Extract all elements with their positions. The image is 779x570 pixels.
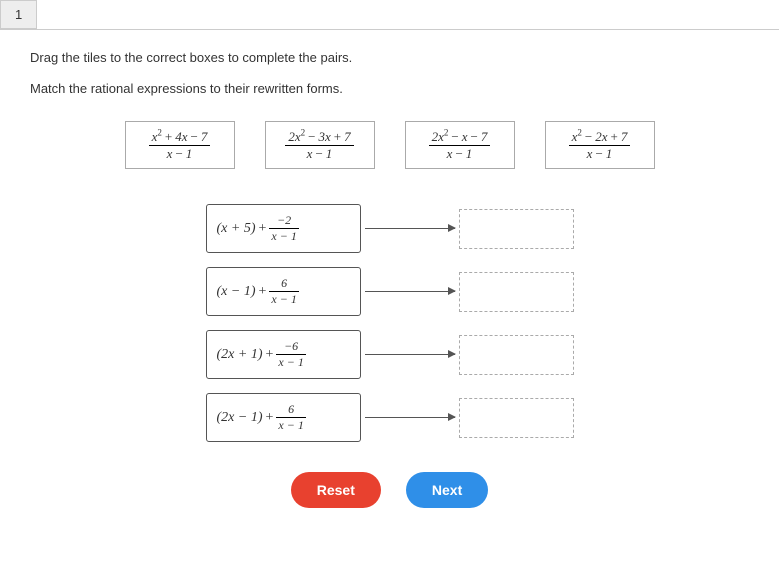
rewritten-form-4: (2x − 1) + 6 x − 1 [206, 393, 361, 442]
plus-sign: + [259, 221, 267, 237]
tile-3-den: x−1 [447, 146, 473, 161]
button-row: Reset Next [30, 472, 749, 508]
tile-4[interactable]: x2−2x+7 x−1 [545, 121, 655, 169]
tile-4-fraction: x2−2x+7 x−1 [569, 128, 631, 162]
arrow-icon [365, 417, 455, 418]
pair-row-2: (x − 1) + 6 x − 1 [206, 267, 574, 316]
rewritten-form-3: (2x + 1) + −6 x − 1 [206, 330, 361, 379]
dropzone-4[interactable] [459, 398, 574, 438]
tile-3-num: 2x2−x−7 [432, 129, 488, 144]
content-area: Drag the tiles to the correct boxes to c… [0, 29, 779, 528]
form-2-remainder: 6 x − 1 [269, 276, 298, 307]
form-2-rem-den: x − 1 [269, 291, 298, 307]
tile-4-num: x2−2x+7 [572, 129, 628, 144]
instruction-line-2: Match the rational expressions to their … [30, 81, 749, 96]
form-2-rem-num: 6 [269, 276, 298, 291]
tile-1[interactable]: x2+4x−7 x−1 [125, 121, 235, 169]
form-1-remainder: −2 x − 1 [269, 213, 298, 244]
tile-1-fraction: x2+4x−7 x−1 [149, 128, 211, 162]
dropzone-3[interactable] [459, 335, 574, 375]
form-4-remainder: 6 x − 1 [276, 402, 305, 433]
arrow-icon [365, 354, 455, 355]
form-3-remainder: −6 x − 1 [276, 339, 305, 370]
tile-2-den: x−1 [307, 146, 333, 161]
arrow-icon [365, 228, 455, 229]
form-3-rem-num: −6 [276, 339, 305, 354]
pair-row-3: (2x + 1) + −6 x − 1 [206, 330, 574, 379]
form-1-rem-den: x − 1 [269, 228, 298, 244]
pair-row-1: (x + 5) + −2 x − 1 [206, 204, 574, 253]
reset-button[interactable]: Reset [291, 472, 381, 508]
form-3-rem-den: x − 1 [276, 354, 305, 370]
tile-3-fraction: 2x2−x−7 x−1 [429, 128, 491, 162]
form-3-quotient: (2x + 1) [217, 347, 263, 363]
question-tab[interactable]: 1 [0, 0, 37, 29]
form-1-rem-num: −2 [269, 213, 298, 228]
form-1-quotient: (x + 5) [217, 221, 256, 237]
tile-1-num: x2+4x−7 [152, 129, 208, 144]
rewritten-form-1: (x + 5) + −2 x − 1 [206, 204, 361, 253]
form-2-quotient: (x − 1) [217, 284, 256, 300]
draggable-tiles-row: x2+4x−7 x−1 2x2−3x+7 x−1 2x2−x−7 x−1 x2−… [30, 121, 749, 169]
form-4-quotient: (2x − 1) [217, 410, 263, 426]
tile-2-fraction: 2x2−3x+7 x−1 [285, 128, 353, 162]
next-button[interactable]: Next [406, 472, 488, 508]
pair-row-4: (2x − 1) + 6 x − 1 [206, 393, 574, 442]
arrow-icon [365, 291, 455, 292]
tile-3[interactable]: 2x2−x−7 x−1 [405, 121, 515, 169]
tile-1-den: x−1 [167, 146, 193, 161]
tile-2[interactable]: 2x2−3x+7 x−1 [265, 121, 375, 169]
plus-sign: + [266, 347, 274, 363]
tile-2-num: 2x2−3x+7 [288, 129, 350, 144]
dropzone-1[interactable] [459, 209, 574, 249]
instruction-line-1: Drag the tiles to the correct boxes to c… [30, 50, 749, 65]
pairs-area: (x + 5) + −2 x − 1 (x − 1) + 6 x − 1 [30, 204, 749, 442]
tile-4-den: x−1 [587, 146, 613, 161]
rewritten-form-2: (x − 1) + 6 x − 1 [206, 267, 361, 316]
dropzone-2[interactable] [459, 272, 574, 312]
form-4-rem-num: 6 [276, 402, 305, 417]
plus-sign: + [259, 284, 267, 300]
form-4-rem-den: x − 1 [276, 417, 305, 433]
plus-sign: + [266, 410, 274, 426]
